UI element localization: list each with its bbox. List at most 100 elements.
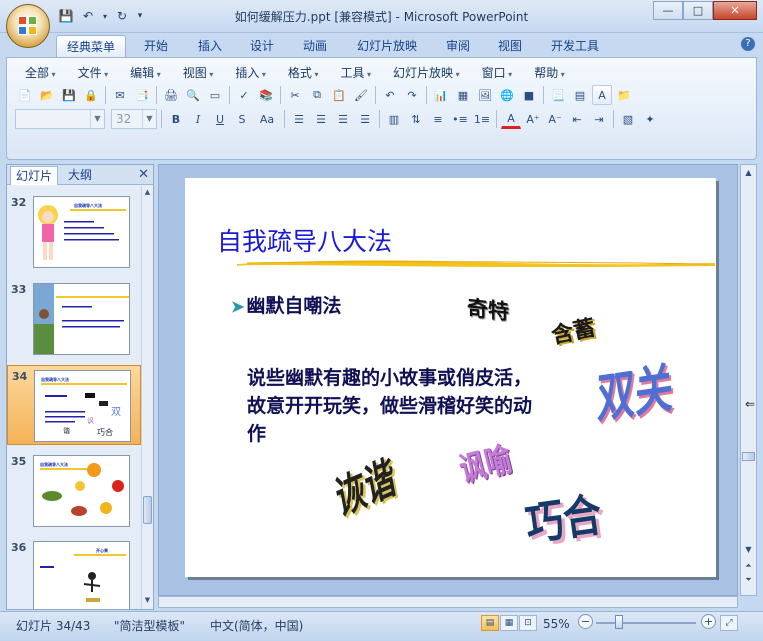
menu-slideshow[interactable]: 幻灯片放映 bbox=[385, 65, 468, 81]
line-spacing-icon[interactable]: ≡ bbox=[428, 109, 448, 129]
thumbnail-slide-34[interactable]: 34 自我疏导八大法 双 谐 讽 巧合 bbox=[7, 365, 141, 445]
template-name[interactable]: "简洁型模板" bbox=[114, 617, 185, 634]
columns-icon[interactable]: ▥ bbox=[384, 109, 404, 129]
bold-button[interactable]: B bbox=[166, 109, 186, 129]
help-icon[interactable]: ? bbox=[741, 37, 755, 51]
next-slide-icon[interactable]: ⏷ bbox=[742, 573, 755, 586]
close-icon[interactable]: ✕ bbox=[138, 167, 149, 182]
redo-icon[interactable]: ↻ bbox=[112, 7, 132, 25]
tab-home[interactable]: 开始 bbox=[134, 35, 178, 57]
publish-icon[interactable]: 📑 bbox=[132, 85, 152, 105]
maximize-button[interactable]: □ bbox=[683, 1, 713, 20]
tab-slideshow[interactable]: 幻灯片放映 bbox=[347, 35, 427, 57]
bullet-heading[interactable]: ➤ 幽默自嘲法 bbox=[231, 291, 341, 318]
folder-icon[interactable]: 📁 bbox=[614, 85, 634, 105]
picture-icon[interactable]: 🖼 bbox=[475, 85, 495, 105]
design-icon[interactable]: ▧ bbox=[618, 109, 638, 129]
save-icon[interactable]: 💾 bbox=[59, 85, 79, 105]
undo-icon[interactable]: ↶ bbox=[78, 7, 98, 25]
menu-edit[interactable]: 编辑 bbox=[122, 65, 169, 81]
grow-font-icon[interactable]: A⁺ bbox=[523, 109, 543, 129]
underline-button[interactable]: U bbox=[210, 109, 230, 129]
slide-horizontal-scrollbar[interactable] bbox=[158, 596, 738, 608]
animation-icon[interactable]: ✦ bbox=[640, 109, 660, 129]
menu-file[interactable]: 文件 bbox=[70, 65, 117, 81]
tab-slides[interactable]: 幻灯片 bbox=[10, 166, 59, 185]
research-icon[interactable]: 📚 bbox=[256, 85, 276, 105]
chart-icon[interactable]: 📊 bbox=[431, 85, 451, 105]
normal-view-icon[interactable]: ▤ bbox=[481, 615, 499, 631]
copy-icon[interactable]: ⧉ bbox=[307, 85, 327, 105]
menu-window[interactable]: 窗口 bbox=[474, 65, 521, 81]
redo-icon[interactable]: ↷ bbox=[402, 85, 422, 105]
current-slide[interactable]: 自我疏导八大法 ➤ 幽默自嘲法 说些幽默有趣的小故事或俏皮活，故意开开玩笑，做些滑… bbox=[185, 178, 716, 577]
wordart-qite[interactable]: 奇特 bbox=[467, 292, 509, 326]
change-case-button[interactable]: Aa bbox=[254, 109, 280, 129]
slide-icon[interactable]: ▭ bbox=[205, 85, 225, 105]
bullets-icon[interactable]: •≡ bbox=[450, 109, 470, 129]
scroll-thumb[interactable] bbox=[143, 496, 152, 524]
spelling-icon[interactable]: ✓ bbox=[234, 85, 254, 105]
tab-insert[interactable]: 插入 bbox=[188, 35, 232, 57]
font-size-select[interactable]: 32 ▼ bbox=[111, 109, 157, 129]
scroll-up-icon[interactable]: ▲ bbox=[142, 187, 153, 198]
thumbnail-slide-36[interactable]: 36 开心果 bbox=[7, 537, 141, 609]
print-icon[interactable]: 🖨 bbox=[161, 85, 181, 105]
menu-help[interactable]: 帮助 bbox=[526, 65, 573, 81]
wordart-hanxu[interactable]: 含蓄 bbox=[548, 310, 598, 350]
tab-developer[interactable]: 开发工具 bbox=[541, 35, 609, 57]
slideshow-view-icon[interactable]: ⊡ bbox=[519, 615, 537, 631]
new-icon[interactable]: 📄 bbox=[15, 85, 35, 105]
new-slide-icon[interactable]: 📃 bbox=[548, 85, 568, 105]
scroll-thumb[interactable] bbox=[742, 452, 755, 461]
thumbnail-slide-32[interactable]: 32 自我疏导八大法 bbox=[7, 192, 141, 272]
scroll-up-icon[interactable]: ▲ bbox=[742, 166, 755, 179]
justify-icon[interactable]: ☰ bbox=[355, 109, 375, 129]
zoom-slider-track[interactable] bbox=[596, 622, 696, 624]
hyperlink-icon[interactable]: 🌐 bbox=[497, 85, 517, 105]
align-left-icon[interactable]: ☰ bbox=[289, 109, 309, 129]
zoom-out-button[interactable]: − bbox=[578, 614, 593, 629]
slide-title[interactable]: 自我疏导八大法 bbox=[217, 222, 392, 258]
print-preview-icon[interactable]: 🔍 bbox=[183, 85, 203, 105]
save-icon[interactable]: 💾 bbox=[56, 7, 76, 25]
language-indicator[interactable]: 中文(简体，中国) bbox=[210, 617, 303, 634]
menu-tools[interactable]: 工具 bbox=[332, 65, 379, 81]
tab-animation[interactable]: 动画 bbox=[293, 35, 337, 57]
increase-indent-icon[interactable]: ⇥ bbox=[589, 109, 609, 129]
align-right-icon[interactable]: ☰ bbox=[333, 109, 353, 129]
shadow-button[interactable]: S bbox=[232, 109, 252, 129]
italic-button[interactable]: I bbox=[188, 109, 208, 129]
zoom-level[interactable]: 55% bbox=[543, 617, 570, 631]
color-icon[interactable]: ■ bbox=[519, 85, 539, 105]
font-name-select[interactable]: ▼ bbox=[15, 109, 105, 129]
minimize-button[interactable]: — bbox=[653, 1, 683, 20]
zoom-in-button[interactable]: + bbox=[701, 614, 716, 629]
thumbnail-slide-35[interactable]: 35 自我疏导八大法 bbox=[7, 451, 141, 531]
permission-icon[interactable]: 🔒 bbox=[81, 85, 101, 105]
customize-qat-icon[interactable]: ▾ bbox=[134, 7, 146, 25]
numbering-icon[interactable]: 1≡ bbox=[472, 109, 492, 129]
textbox-icon[interactable]: A bbox=[592, 85, 612, 105]
zoom-slider-handle[interactable] bbox=[615, 615, 623, 629]
close-button[interactable]: ✕ bbox=[713, 1, 757, 20]
scroll-down-icon[interactable]: ▼ bbox=[742, 543, 755, 556]
menu-format[interactable]: 格式 bbox=[280, 65, 327, 81]
send-icon[interactable]: ✉ bbox=[110, 85, 130, 105]
cut-icon[interactable]: ✂ bbox=[285, 85, 305, 105]
text-direction-icon[interactable]: ⇅ bbox=[406, 109, 426, 129]
tab-review[interactable]: 审阅 bbox=[436, 35, 480, 57]
table-icon[interactable]: ▦ bbox=[453, 85, 473, 105]
tab-outline[interactable]: 大纲 bbox=[63, 166, 97, 185]
align-center-icon[interactable]: ☰ bbox=[311, 109, 331, 129]
menu-all[interactable]: 全部 bbox=[17, 65, 64, 81]
slide-sorter-view-icon[interactable]: ▦ bbox=[500, 615, 518, 631]
tab-classic-menu[interactable]: 经典菜单 bbox=[56, 35, 127, 57]
tab-view[interactable]: 视图 bbox=[488, 35, 532, 57]
fit-to-window-icon[interactable]: ⤢ bbox=[720, 615, 738, 631]
menu-insert[interactable]: 插入 bbox=[227, 65, 274, 81]
menu-view[interactable]: 视图 bbox=[175, 65, 222, 81]
open-icon[interactable]: 📂 bbox=[37, 85, 57, 105]
wordart-huixie[interactable]: 诙谐 bbox=[330, 440, 400, 528]
layout-icon[interactable]: ▤ bbox=[570, 85, 590, 105]
